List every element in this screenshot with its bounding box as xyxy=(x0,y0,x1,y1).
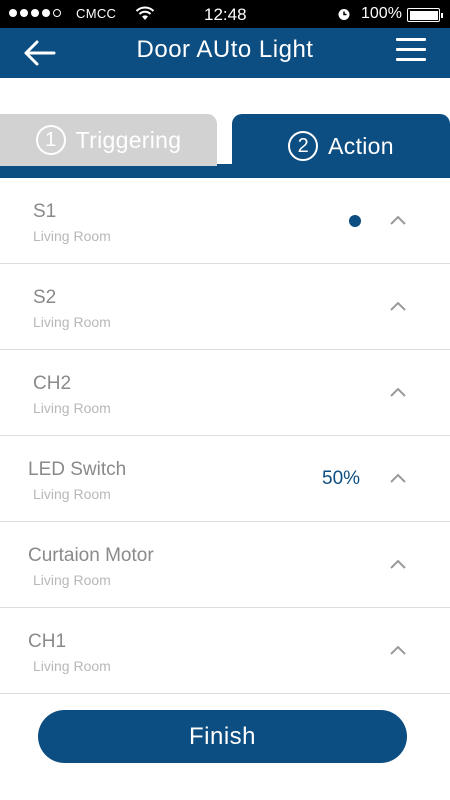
battery-percent: 100% xyxy=(361,5,402,22)
list-item-ch1[interactable]: CH1 Living Room xyxy=(0,608,450,694)
selected-dot-icon xyxy=(349,215,361,227)
page-title: Door AUto Light xyxy=(136,36,314,63)
chevron-up-icon[interactable] xyxy=(389,558,407,570)
item-room: Living Room xyxy=(33,658,111,674)
menu-icon[interactable] xyxy=(396,38,426,66)
device-list: S1 Living Room S2 Living Room CH2 Living… xyxy=(0,178,450,694)
step-tabs: 1 Triggering 2 Action xyxy=(0,114,450,178)
tab-label-triggering: Triggering xyxy=(75,126,182,153)
item-room: Living Room xyxy=(33,572,111,588)
list-item-led-switch[interactable]: LED Switch Living Room 50% xyxy=(0,436,450,522)
step-number-2: 2 xyxy=(288,131,319,161)
chevron-up-icon[interactable] xyxy=(389,300,407,312)
item-room: Living Room xyxy=(33,400,111,416)
list-item-s2[interactable]: S2 Living Room xyxy=(0,264,450,350)
item-name: S1 xyxy=(33,201,57,222)
alarm-icon xyxy=(338,9,350,20)
signal-strength-icon xyxy=(9,9,61,17)
status-bar: CMCC 12:48 100% xyxy=(0,0,450,28)
item-name: LED Switch xyxy=(28,459,127,480)
brightness-value: 50% xyxy=(322,468,361,489)
chevron-up-icon[interactable] xyxy=(389,472,407,484)
item-room: Living Room xyxy=(33,314,111,330)
tab-triggering[interactable]: 1 Triggering xyxy=(0,114,217,166)
tab-label-action: Action xyxy=(328,132,394,159)
chevron-up-icon[interactable] xyxy=(389,214,407,226)
wifi-icon xyxy=(135,6,155,20)
battery-icon xyxy=(407,8,443,22)
step-number-1: 1 xyxy=(35,125,66,155)
item-name: CH2 xyxy=(33,373,72,394)
item-name: S2 xyxy=(33,287,57,308)
item-room: Living Room xyxy=(33,486,111,502)
chevron-up-icon[interactable] xyxy=(389,386,407,398)
list-item-s1[interactable]: S1 Living Room xyxy=(0,178,450,264)
chevron-up-icon[interactable] xyxy=(389,644,407,656)
finish-button[interactable]: Finish xyxy=(38,710,407,763)
item-room: Living Room xyxy=(33,228,111,244)
carrier-name: CMCC xyxy=(76,6,117,21)
item-name: CH1 xyxy=(28,631,67,652)
list-item-ch2[interactable]: CH2 Living Room xyxy=(0,350,450,436)
list-item-curtain-motor[interactable]: Curtaion Motor Living Room xyxy=(0,522,450,608)
navigation-bar: Door AUto Light xyxy=(0,28,450,78)
item-name: Curtaion Motor xyxy=(28,545,154,566)
tab-action[interactable]: 2 Action xyxy=(232,114,450,178)
clock: 12:48 xyxy=(204,5,247,24)
